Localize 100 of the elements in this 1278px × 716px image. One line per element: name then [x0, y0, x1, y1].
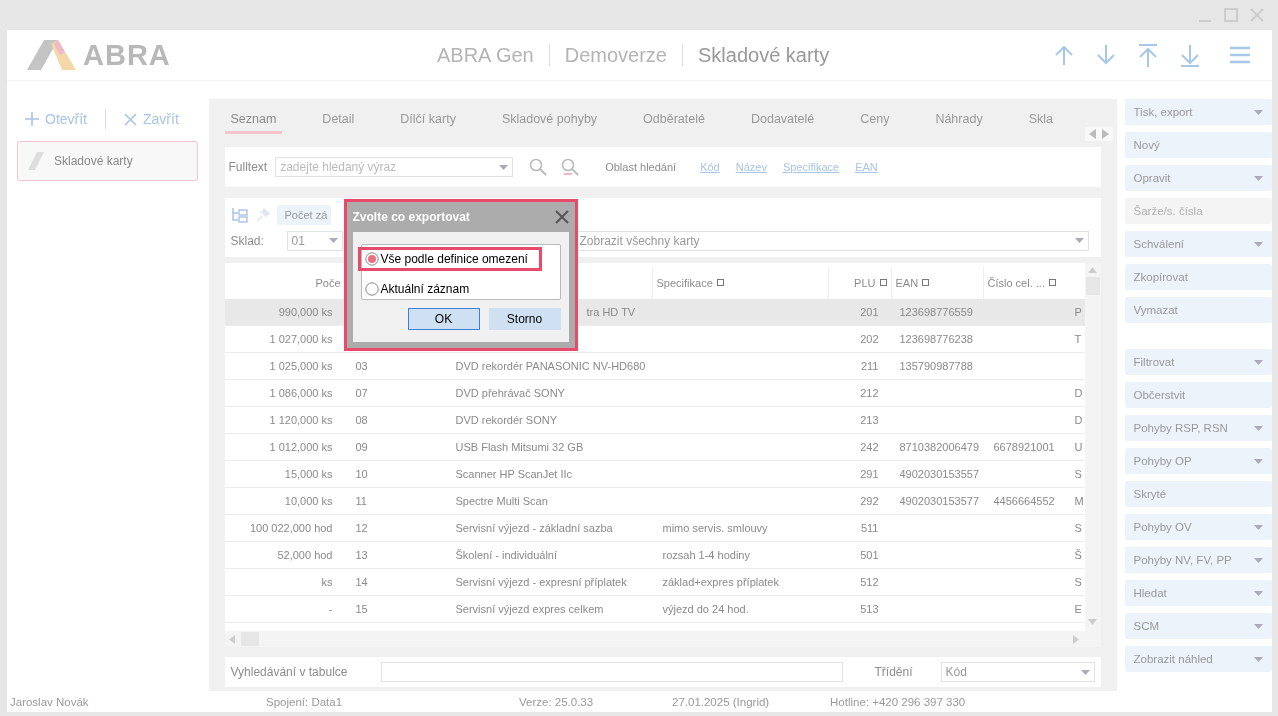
table-cell: 10 — [355, 468, 368, 480]
table-row[interactable]: 1 025,000 ks 03 DVD rekordér PANASONIC NV-HD680 211 135790987788 — [224, 353, 1085, 380]
table-cell: 07 — [355, 387, 368, 399]
table-cell: základ+expres příplatek — [662, 576, 779, 588]
table-cell: 291 — [860, 468, 879, 480]
search-area-link[interactable]: EAN — [855, 161, 878, 173]
table-cell: E — [1074, 603, 1082, 615]
table-cell: 202 — [860, 333, 879, 345]
search-area-link[interactable]: Specifikace — [782, 161, 840, 173]
table-cell: D — [1074, 387, 1083, 399]
table-cell: 123698776559 — [899, 306, 973, 318]
table-cell: 990,000 ks — [278, 306, 333, 318]
table-cell: 6678921001 — [993, 441, 1055, 453]
dropdown-button[interactable]: Opravit — [1124, 165, 1272, 191]
table-row[interactable]: 15,000 ks 10 Scanner HP ScanJet IIc 291 4902030153557 S — [224, 461, 1085, 488]
tab[interactable]: Skladové pohyby — [495, 106, 604, 134]
table-row[interactable]: 1 012,000 ks 09 USB Flash Mitsumi 32 GB 242 8710382006479 6678921001 U — [224, 434, 1085, 461]
table-cell: 511 — [860, 522, 879, 534]
count-button[interactable]: Počet zá — [276, 204, 332, 225]
table-cell: DVD přehrávač SONY — [455, 387, 565, 399]
status-text: 27.01.2025 (Ingrid) — [671, 696, 771, 708]
table-cell: 1 086,000 ks — [269, 387, 333, 399]
table-cell: Spectre Multi Scan — [455, 495, 548, 507]
table-cell: USB Flash Mitsumi 32 GB — [455, 441, 584, 453]
table-cell: rozsah 1-4 hodiny — [662, 549, 750, 561]
table-cell: 135790987788 — [899, 360, 973, 372]
store-dropdown[interactable]: 01 — [286, 230, 343, 251]
table-cell: Školení - individuální — [455, 549, 557, 561]
table-cell: 52,000 hod — [277, 549, 333, 561]
action-button[interactable]: Vymazat — [1124, 297, 1272, 323]
dropdown-button[interactable]: Pohyby NV, FV, PP — [1124, 547, 1272, 573]
sort-dropdown[interactable]: Kód — [940, 662, 1095, 682]
table-row[interactable]: ks 14 Servisní výjezd - expresní příplatek základ+expres příplatek 512 S — [224, 569, 1085, 596]
open-button[interactable]: Otevřít — [25, 111, 87, 127]
table-row[interactable]: 10,000 ks 11 Spectre Multi Scan 292 4902030153577 4456664552 M — [224, 488, 1085, 515]
column-header[interactable]: EAN — [895, 276, 919, 289]
dropdown-button[interactable]: Zobrazit náhled — [1124, 646, 1272, 672]
tab[interactable]: Dodavatelé — [744, 106, 821, 134]
table-row[interactable]: 52,000 hod 13 Školení - individuální rozsah 1-4 hodiny 501 Š — [224, 542, 1085, 569]
table-cell: 4902030153557 — [899, 468, 980, 480]
tab[interactable]: Dílčí karty — [394, 106, 462, 134]
dropdown-button[interactable]: Pohyby OP — [1124, 448, 1272, 474]
table-cell: P — [1074, 306, 1082, 318]
window-title: ABRA Gen — [437, 43, 534, 67]
table-row[interactable]: - 15 Servisní výjezd expres celkem výjezd do 24 hod. 513 E — [224, 596, 1085, 623]
table-cell: 1 012,000 ks — [269, 441, 333, 453]
status-text: Jaroslav Novák — [9, 696, 90, 708]
table-cell: M — [1074, 495, 1084, 507]
dropdown-button[interactable]: Schválení — [1124, 231, 1272, 257]
table-cell: 201 — [860, 306, 879, 318]
table-cell: 213 — [860, 414, 879, 426]
search-field[interactable]: zadejte hledaný výraz — [275, 157, 514, 177]
table-row[interactable]: 1 120,000 ks 08 DVD rekordér SONY 213 D — [224, 407, 1085, 434]
dropdown-button[interactable]: SCM — [1124, 613, 1272, 639]
table-search-label: Vyhledávání v tabulce — [230, 665, 349, 679]
search-area-link[interactable]: Název — [735, 161, 767, 173]
table-row[interactable]: 1 086,000 ks 07 DVD přehrávač SONY 212 D — [224, 380, 1085, 407]
table-cell: výjezd do 24 hod. — [662, 603, 749, 615]
table-cell: 1 120,000 ks — [269, 414, 333, 426]
card-label: Skladové karty — [54, 154, 133, 168]
table-cell: 4456664552 — [993, 495, 1055, 507]
action-button[interactable]: Občerstvit — [1124, 382, 1272, 408]
tab[interactable]: Detail — [316, 106, 361, 134]
tab[interactable]: Odběratelé — [637, 106, 711, 134]
column-header[interactable]: PLU — [854, 276, 876, 289]
column-header[interactable]: Poče — [315, 276, 341, 289]
radio-option[interactable]: Aktuální záznam — [357, 277, 542, 301]
close-button[interactable]: Zavřít — [124, 111, 179, 127]
table-cell: Scanner HP ScanJet IIc — [455, 468, 573, 480]
dropdown-button[interactable]: Filtrovat — [1124, 349, 1272, 375]
table-cell: S — [1074, 468, 1082, 480]
tab[interactable]: Seznam — [224, 106, 283, 134]
tab[interactable]: Skla — [1022, 106, 1059, 134]
action-button[interactable]: Nový — [1124, 132, 1272, 158]
table-row[interactable]: 100 022,000 hod 12 Servisní výjezd - základní sazba mimo servis. smlouvy 511 S — [224, 515, 1085, 542]
table-cell: 03 — [355, 360, 368, 372]
table-cell: Servisní výjezd - základní sazba — [455, 522, 613, 534]
table-cell: 8710382006479 — [899, 441, 980, 453]
column-header[interactable]: Číslo cel. ... — [987, 276, 1045, 289]
tab[interactable]: Ceny — [854, 106, 896, 134]
column-header[interactable]: Specifikace — [656, 276, 713, 289]
cancel-button[interactable]: Storno — [488, 308, 561, 330]
table-cell: 211 — [860, 360, 879, 372]
table-cell: DVD rekordér PANASONIC NV-HD680 — [455, 360, 646, 372]
sort-label: Třídění — [874, 665, 914, 679]
table-cell: 212 — [860, 387, 879, 399]
tab[interactable]: Náhrady — [929, 106, 989, 134]
action-button[interactable]: Zkopírovat — [1124, 264, 1272, 290]
dropdown-button[interactable]: Tisk, export — [1124, 99, 1272, 125]
dropdown-button[interactable]: Pohyby OV — [1124, 514, 1272, 540]
module-card[interactable]: Skladové karty — [17, 141, 198, 181]
action-button[interactable]: Skryté — [1124, 481, 1272, 507]
search-area-link[interactable]: Kód — [700, 161, 720, 173]
dropdown-button[interactable]: Hledat — [1124, 580, 1272, 606]
table-cell: 15,000 ks — [284, 468, 333, 480]
table-cell: DVD rekordér SONY — [455, 414, 557, 426]
ok-button[interactable]: OK — [407, 308, 480, 330]
dropdown-button[interactable]: Pohyby RSP, RSN — [1124, 415, 1272, 441]
radio-option[interactable]: Vše podle definice omezení — [357, 247, 542, 271]
logo-text: ABRA — [83, 38, 171, 72]
